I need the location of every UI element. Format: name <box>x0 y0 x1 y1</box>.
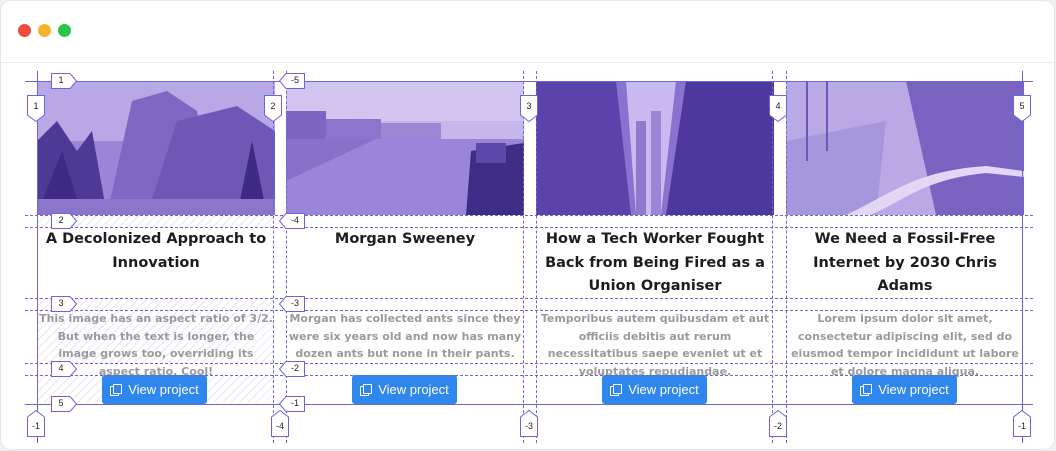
grid-row-number-badge: 2 <box>51 213 78 229</box>
badge-label: 5 <box>58 398 64 408</box>
grid-row-number-badge: 4 <box>51 361 78 377</box>
minimize-window-button[interactable] <box>38 24 51 37</box>
badge-label: -1 <box>31 421 40 431</box>
view-project-button[interactable]: View project <box>602 375 707 404</box>
button-label: View project <box>378 382 449 397</box>
badge-label: 4 <box>775 101 781 111</box>
card-description: Morgan has collected ants since they wer… <box>288 312 522 360</box>
maximize-window-button[interactable] <box>58 24 71 37</box>
copy-icon <box>610 383 623 396</box>
grid-row-number-badge: -3 <box>278 296 305 312</box>
badge-label: 3 <box>526 101 532 111</box>
grid-column-number-badge: -4 <box>271 409 289 437</box>
grid-column-number-badge: -2 <box>769 409 787 437</box>
grid-row-number-badge: 1 <box>51 73 78 89</box>
browser-window: A Decolonized Approach to Innovation Thi… <box>1 1 1054 449</box>
grid-row-number-badge: 5 <box>51 396 78 412</box>
badge-label: 5 <box>1019 101 1025 111</box>
close-window-button[interactable] <box>18 24 31 37</box>
project-card: A Decolonized Approach to Innovation <box>37 81 275 275</box>
badge-label: 3 <box>58 298 64 308</box>
badge-label: -3 <box>524 421 533 431</box>
badge-label: -1 <box>1017 421 1026 431</box>
badge-label: 1 <box>33 101 39 111</box>
grid-row-number-badge: -4 <box>278 213 305 229</box>
view-project-button[interactable]: View project <box>352 375 457 404</box>
project-card: Morgan Sweeney <box>286 81 524 252</box>
view-project-button[interactable]: View project <box>102 375 207 404</box>
badge-label: -1 <box>290 398 299 408</box>
badge-label: 4 <box>58 363 64 373</box>
view-project-button[interactable]: View project <box>852 375 957 404</box>
badge-label: -3 <box>290 298 299 308</box>
card-image <box>536 81 774 215</box>
grid-column-number-badge: 2 <box>264 95 282 123</box>
card-title: Morgan Sweeney <box>334 231 476 247</box>
badge-label: -5 <box>290 75 299 85</box>
card-image <box>37 81 275 215</box>
project-card: We Need a Fossil-Free Internet by 2030 C… <box>786 81 1024 299</box>
badge-label: -4 <box>275 421 284 431</box>
grid-column-number-badge: 4 <box>769 95 787 123</box>
copy-icon <box>860 383 873 396</box>
card-title: How a Tech Worker Fought Back from Being… <box>545 231 765 294</box>
grid-column-number-badge: -1 <box>27 409 45 437</box>
card-image <box>286 81 524 215</box>
badge-label: -2 <box>773 421 782 431</box>
button-label: View project <box>128 382 199 397</box>
button-label: View project <box>878 382 949 397</box>
grid-row-number-badge: -2 <box>278 361 305 377</box>
grid-row-line <box>25 404 1033 405</box>
card-title: We Need a Fossil-Free Internet by 2030 C… <box>813 231 997 294</box>
button-label: View project <box>628 382 699 397</box>
card-title: A Decolonized Approach to Innovation <box>45 231 267 271</box>
badge-label: 2 <box>270 101 276 111</box>
grid-column-number-badge: 5 <box>1013 95 1031 123</box>
badge-label: 1 <box>58 75 64 85</box>
grid-column-number-badge: -1 <box>1013 409 1031 437</box>
grid-row-number-badge: 3 <box>51 296 78 312</box>
badge-label: -2 <box>290 363 299 373</box>
card-description: Temporibus autem quibusdam et aut offici… <box>540 312 770 378</box>
window-titlebar <box>1 1 1054 63</box>
grid-column-number-badge: -3 <box>520 409 538 437</box>
card-image <box>786 81 1024 215</box>
copy-icon <box>360 383 373 396</box>
project-card: How a Tech Worker Fought Back from Being… <box>536 81 774 299</box>
badge-label: 2 <box>58 215 64 225</box>
copy-icon <box>110 383 123 396</box>
grid-column-number-badge: 1 <box>27 95 45 123</box>
badge-label: -4 <box>290 215 299 225</box>
grid-row-number-badge: -5 <box>278 73 305 89</box>
card-description: Lorem ipsum dolor sit amet, consectetur … <box>791 312 1019 378</box>
grid-column-number-badge: 3 <box>520 95 538 123</box>
